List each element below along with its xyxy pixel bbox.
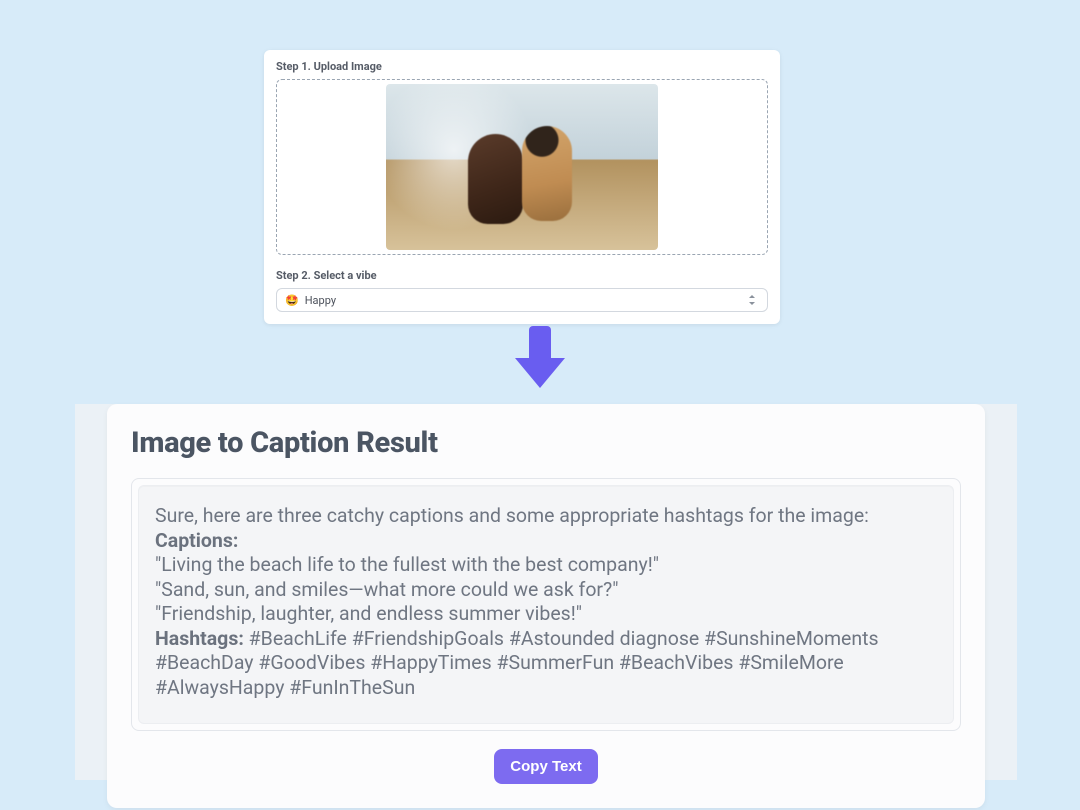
caption-line: "Friendship, laughter, and endless summe…: [155, 602, 582, 625]
image-dropzone[interactable]: [276, 79, 768, 255]
vibe-select[interactable]: 🤩 Happy: [276, 288, 768, 312]
result-card: Image to Caption Result Sure, here are t…: [107, 404, 985, 808]
step2-label: Step 2. Select a vibe: [276, 269, 768, 282]
result-output-frame: Sure, here are three catchy captions and…: [131, 478, 961, 731]
result-title: Image to Caption Result: [131, 426, 961, 460]
step1-label: Step 1. Upload Image: [276, 60, 768, 73]
arrow-down-icon: [515, 326, 565, 388]
hashtags-text: #BeachLife #FriendshipGoals #Astounded d…: [155, 627, 879, 699]
input-card: Step 1. Upload Image Step 2. Select a vi…: [264, 50, 780, 324]
vibe-emoji: 🤩: [285, 294, 299, 307]
uploaded-image: [386, 84, 658, 250]
caption-line: "Living the beach life to the fullest wi…: [155, 553, 659, 576]
hashtags-label: Hashtags:: [155, 627, 244, 650]
chevron-updown-icon: [749, 295, 757, 305]
result-panel: Image to Caption Result Sure, here are t…: [75, 404, 1017, 780]
vibe-value: Happy: [305, 294, 336, 307]
result-output: Sure, here are three catchy captions and…: [138, 485, 954, 724]
result-intro: Sure, here are three catchy captions and…: [155, 504, 869, 527]
copy-text-button[interactable]: Copy Text: [494, 749, 597, 784]
captions-label: Captions:: [155, 529, 238, 552]
caption-line: "Sand, sun, and smiles—what more could w…: [155, 578, 619, 601]
